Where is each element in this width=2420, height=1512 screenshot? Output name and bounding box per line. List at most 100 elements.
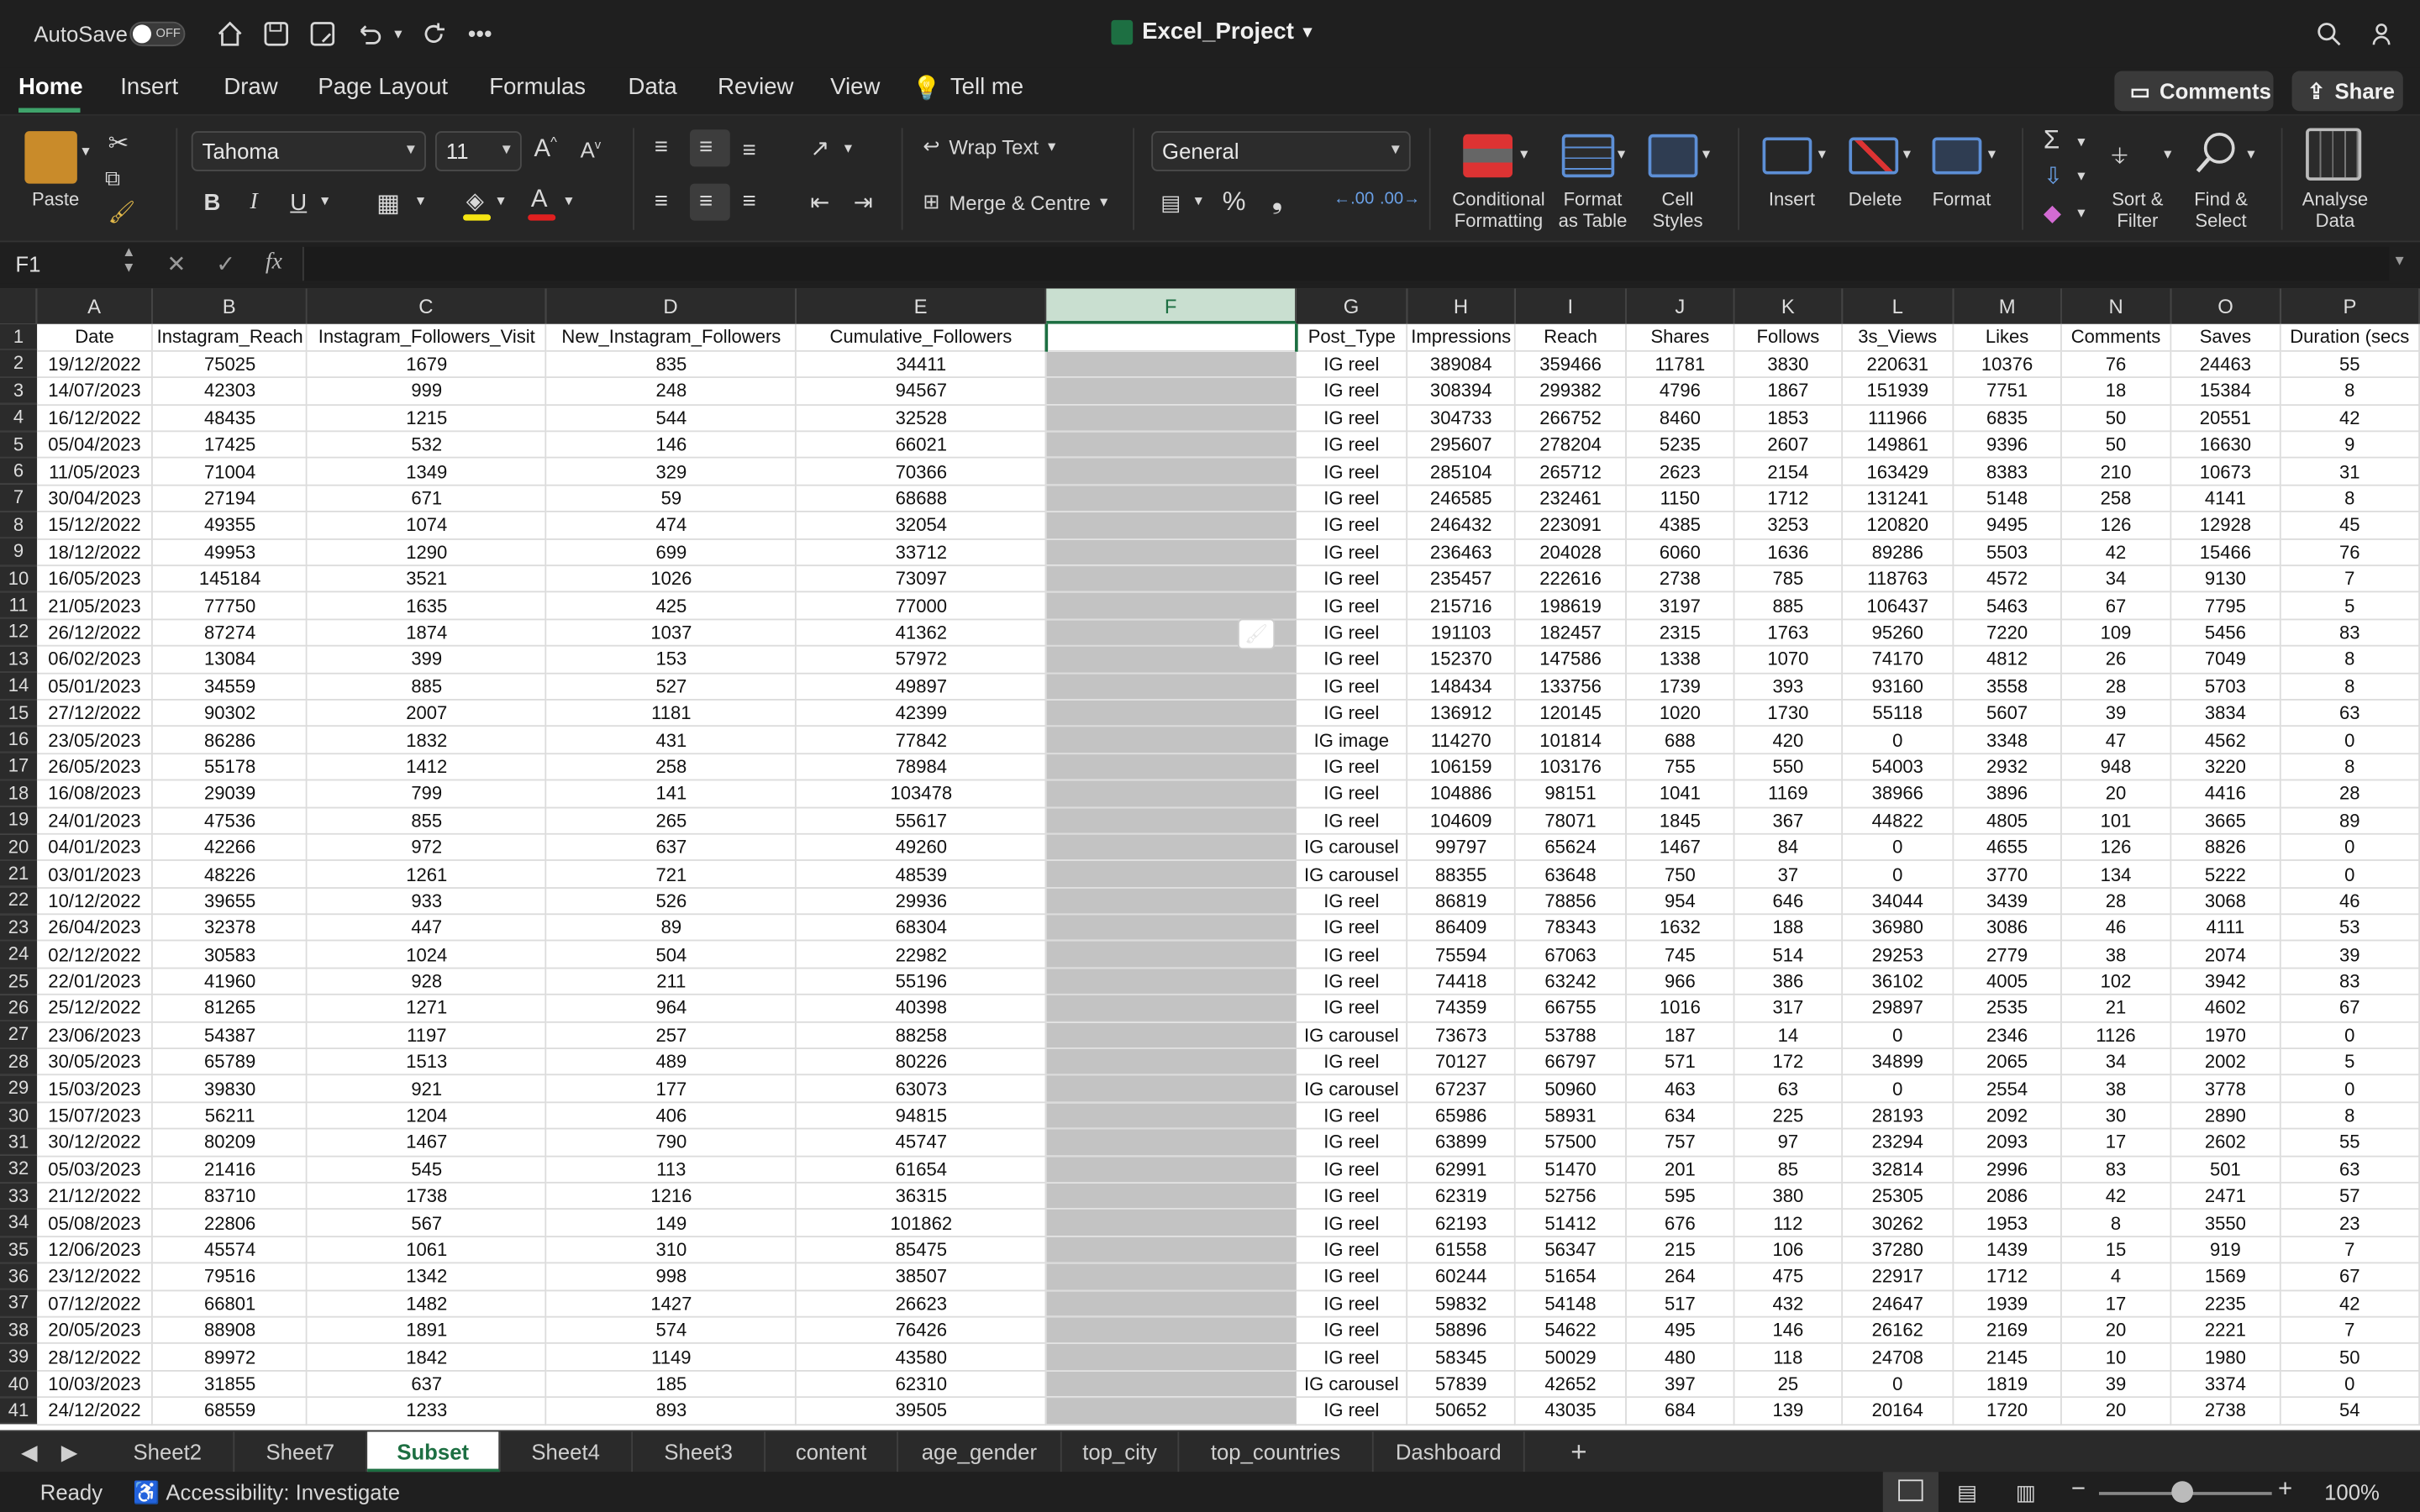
cell-h[interactable]: 106159 (1407, 753, 1516, 781)
row-header[interactable]: 25 (0, 968, 38, 995)
cell-g[interactable]: IG reel (1296, 1128, 1408, 1157)
column-header-e[interactable]: E (796, 288, 1047, 324)
cell-m[interactable]: 2346 (1953, 1021, 2062, 1050)
cell-a[interactable]: 30/12/2022 (37, 1128, 154, 1157)
cell-i[interactable]: 198619 (1514, 592, 1628, 621)
cell-b[interactable]: 39830 (152, 1075, 308, 1103)
header-cell-o[interactable]: Saves (2170, 323, 2281, 352)
sheet-tab-sheet4[interactable]: Sheet4 (500, 1431, 634, 1473)
cell-b[interactable]: 49355 (152, 512, 308, 540)
cell-o[interactable]: 1970 (2170, 1021, 2281, 1050)
cell-o[interactable]: 20551 (2170, 404, 2281, 433)
cell-d[interactable]: 893 (546, 1397, 797, 1425)
cell-m[interactable]: 4655 (1953, 833, 2062, 862)
cell-b[interactable]: 71004 (152, 458, 308, 486)
cell-d[interactable]: 149 (546, 1209, 797, 1237)
cell-n[interactable]: 34 (2060, 565, 2172, 594)
cell-e[interactable]: 26623 (796, 1289, 1047, 1318)
column-header-d[interactable]: D (546, 288, 797, 324)
sheet-tab-content[interactable]: content (765, 1431, 898, 1473)
cell-j[interactable]: 571 (1626, 1048, 1735, 1077)
cell-a[interactable]: 04/01/2023 (37, 833, 154, 862)
cell-p[interactable]: 76 (2280, 538, 2420, 567)
cell-g[interactable]: IG reel (1296, 968, 1408, 996)
align-right-icon[interactable]: ≡ (742, 188, 755, 214)
cell-n[interactable]: 28 (2060, 672, 2172, 701)
cell-h[interactable]: 86409 (1407, 914, 1516, 942)
cell-e[interactable]: 57972 (796, 646, 1047, 674)
cell-i[interactable]: 53788 (1514, 1021, 1628, 1050)
cell-a[interactable]: 27/12/2022 (37, 699, 154, 727)
cell-n[interactable]: 102 (2060, 968, 2172, 996)
tab-view[interactable]: View (830, 74, 880, 100)
insert-cells-icon[interactable] (1762, 137, 1812, 175)
save-as-icon[interactable] (306, 17, 339, 50)
row-header[interactable]: 14 (0, 673, 38, 701)
cell-a[interactable]: 23/05/2023 (37, 726, 154, 754)
cell-k[interactable]: 785 (1733, 565, 1844, 594)
cell-f[interactable] (1046, 646, 1297, 674)
cell-m[interactable]: 1939 (1953, 1289, 2062, 1318)
cell-a[interactable]: 26/04/2023 (37, 914, 154, 942)
increase-font-icon[interactable]: A^ (534, 134, 557, 165)
cell-e[interactable]: 32054 (796, 512, 1047, 540)
cell-n[interactable]: 34 (2060, 1048, 2172, 1077)
cell-g[interactable]: IG reel (1296, 404, 1408, 433)
cell-f[interactable] (1046, 1289, 1297, 1318)
cell-e[interactable]: 38507 (796, 1263, 1047, 1291)
cell-l[interactable]: 0 (1842, 1021, 1954, 1050)
cell-e[interactable]: 103478 (796, 780, 1047, 808)
cell-h[interactable]: 114270 (1407, 726, 1516, 754)
delete-cells-icon[interactable] (1849, 137, 1899, 175)
cell-d[interactable]: 329 (546, 458, 797, 486)
cell-h[interactable]: 104886 (1407, 780, 1516, 808)
cell-c[interactable]: 799 (307, 780, 548, 808)
cell-f[interactable] (1046, 806, 1297, 835)
cell-d[interactable]: 835 (546, 350, 797, 379)
cell-k[interactable]: 225 (1733, 1102, 1844, 1130)
cell-k[interactable]: 3830 (1733, 350, 1844, 379)
cell-j[interactable]: 5235 (1626, 431, 1735, 459)
cell-a[interactable]: 12/06/2023 (37, 1236, 154, 1264)
cell-f[interactable] (1046, 699, 1297, 727)
cell-o[interactable]: 15466 (2170, 538, 2281, 567)
sheet-tab-sheet2[interactable]: Sheet2 (102, 1431, 235, 1473)
cell-b[interactable]: 81265 (152, 995, 308, 1023)
column-header-b[interactable]: B (152, 288, 308, 324)
cell-p[interactable]: 42 (2280, 1289, 2420, 1318)
header-cell-l[interactable]: 3s_Views (1842, 323, 1954, 352)
cell-g[interactable]: IG reel (1296, 941, 1408, 969)
cell-g[interactable]: IG reel (1296, 1048, 1408, 1077)
row-header[interactable]: 11 (0, 592, 38, 620)
cell-p[interactable]: 83 (2280, 968, 2420, 996)
cell-p[interactable]: 8 (2280, 672, 2420, 701)
cell-m[interactable]: 2932 (1953, 753, 2062, 781)
cell-k[interactable]: 514 (1733, 941, 1844, 969)
cell-k[interactable]: 118 (1733, 1343, 1844, 1372)
cell-j[interactable]: 463 (1626, 1075, 1735, 1103)
header-cell-d[interactable]: New_Instagram_Followers (546, 323, 797, 352)
cell-f[interactable] (1046, 968, 1297, 996)
cell-b[interactable]: 34559 (152, 672, 308, 701)
cell-k[interactable]: 1070 (1733, 646, 1844, 674)
cell-j[interactable]: 517 (1626, 1289, 1735, 1318)
cell-i[interactable]: 66797 (1514, 1048, 1628, 1077)
cell-l[interactable]: 0 (1842, 1075, 1954, 1103)
cell-o[interactable]: 4602 (2170, 995, 2281, 1023)
cell-e[interactable]: 76426 (796, 1316, 1047, 1345)
cell-f[interactable] (1046, 350, 1297, 379)
cell-j[interactable]: 1150 (1626, 485, 1735, 513)
header-cell-j[interactable]: Shares (1626, 323, 1735, 352)
cell-d[interactable]: 637 (546, 833, 797, 862)
cell-l[interactable]: 220631 (1842, 350, 1954, 379)
cell-c[interactable]: 1233 (307, 1397, 548, 1425)
cell-d[interactable]: 790 (546, 1128, 797, 1157)
cell-a[interactable]: 15/03/2023 (37, 1075, 154, 1103)
header-cell-i[interactable]: Reach (1514, 323, 1628, 352)
cell-m[interactable]: 1712 (1953, 1263, 2062, 1291)
cell-m[interactable]: 5607 (1953, 699, 2062, 727)
cell-j[interactable]: 750 (1626, 860, 1735, 889)
cell-h[interactable]: 74418 (1407, 968, 1516, 996)
font-name-select[interactable]: Tahoma ▾ (191, 131, 426, 171)
cell-c[interactable]: 545 (307, 1155, 548, 1184)
